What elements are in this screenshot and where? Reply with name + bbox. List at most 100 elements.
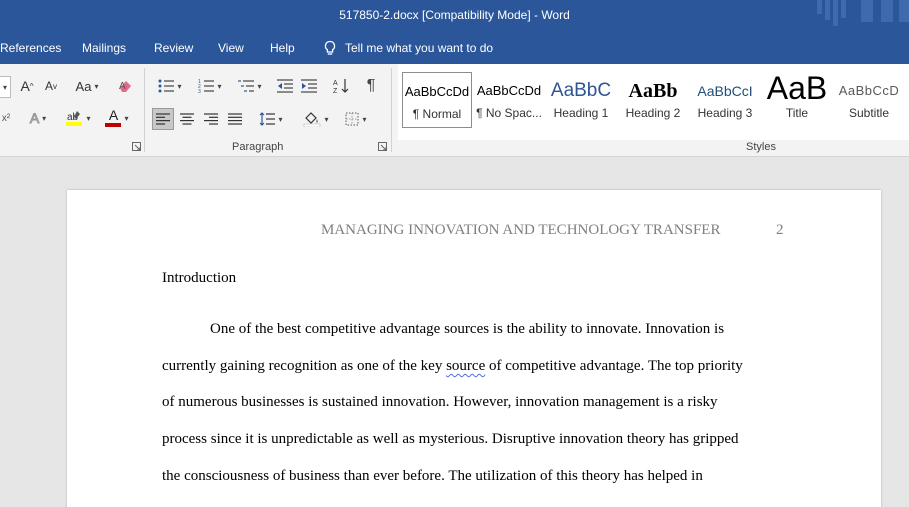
- style-sample: AaBbCcD: [838, 83, 900, 98]
- change-case-button[interactable]: Aa ▾: [70, 76, 104, 96]
- align-center-icon: [180, 113, 194, 125]
- chevron-down-icon: ▾: [94, 81, 99, 91]
- running-head: MANAGING INNOVATION AND TECHNOLOGY TRANS…: [321, 222, 721, 238]
- highlight-button[interactable]: ab ▾: [60, 108, 96, 128]
- line-spacing-button[interactable]: ▾: [254, 108, 288, 130]
- paragraph-line: of numerous businesses is sustained inno…: [162, 394, 718, 411]
- justify-icon: [228, 113, 242, 125]
- paragraph-line: process since it is unpredictable as wel…: [162, 431, 739, 448]
- paint-bucket-icon: [304, 112, 321, 127]
- sort-button[interactable]: A Z: [330, 76, 352, 96]
- bullets-button[interactable]: ▾: [152, 76, 188, 96]
- justify-button[interactable]: [224, 108, 246, 130]
- grow-font-icon: A: [20, 78, 30, 94]
- borders-button[interactable]: ▾: [338, 108, 374, 130]
- font-dialog-launcher-icon[interactable]: [132, 142, 141, 151]
- align-center-button[interactable]: [176, 108, 198, 130]
- style-sample: AaB: [766, 72, 828, 106]
- style-heading-3[interactable]: AaBbCcI Heading 3: [690, 72, 760, 128]
- decrease-indent-icon: [277, 79, 293, 93]
- text-effects-button[interactable]: A ▾: [22, 108, 54, 128]
- style-sample: AaBb: [628, 80, 678, 102]
- style-normal[interactable]: AaBbCcDd ¶ Normal: [402, 72, 472, 128]
- style-name: ¶ No Spac...: [476, 106, 542, 120]
- align-left-icon: [156, 113, 170, 125]
- numbered-list-icon: 123: [198, 79, 215, 93]
- title-bar-decoration: [817, 0, 909, 26]
- svg-text:Z: Z: [333, 88, 338, 94]
- svg-text:A: A: [119, 81, 126, 92]
- document-area: MANAGING INNOVATION AND TECHNOLOGY TRANS…: [0, 157, 909, 507]
- paragraph-line: the consciousness of business than ever …: [162, 468, 703, 485]
- decrease-indent-button[interactable]: [274, 76, 296, 96]
- chevron-down-icon: ▾: [86, 113, 91, 123]
- tell-me-text: Tell me what you want to do: [345, 41, 494, 55]
- tab-review[interactable]: Review: [154, 41, 193, 55]
- tab-references[interactable]: References: [0, 41, 61, 55]
- window-title: 517850-2.docx [Compatibility Mode] - Wor…: [339, 8, 570, 22]
- clear-formatting-button[interactable]: A: [114, 76, 136, 96]
- line-text: One of the best competitive advantage so…: [210, 321, 725, 337]
- shading-button[interactable]: ▾: [298, 108, 334, 130]
- style-name: Heading 3: [697, 106, 753, 120]
- style-heading-1[interactable]: AaBbC Heading 1: [546, 72, 616, 128]
- paragraph-group-label: Paragraph: [232, 141, 284, 153]
- font-color-button[interactable]: A ▾: [100, 108, 134, 128]
- increase-indent-button[interactable]: [298, 76, 320, 96]
- grammar-flagged-word[interactable]: source: [446, 358, 485, 374]
- highlighter-icon: ab: [66, 111, 83, 126]
- line-text: currently gaining recognition as one of …: [162, 358, 447, 374]
- tab-view[interactable]: View: [218, 41, 244, 55]
- style-name: Subtitle: [848, 106, 890, 120]
- section-heading: Introduction: [162, 270, 237, 286]
- font-color-icon: A: [108, 107, 119, 123]
- align-right-button[interactable]: [200, 108, 222, 130]
- bullet-list-icon: [158, 79, 175, 93]
- lightbulb-icon: [324, 40, 336, 55]
- style-name: Heading 2: [625, 106, 681, 120]
- align-left-button[interactable]: [152, 108, 174, 130]
- chevron-down-icon: ▾: [177, 81, 182, 91]
- ribbon: ▾ A ^ Av Aa ▾ A x² A ▾ ab ▾ A ▾ ▾ 1 2 3 …: [0, 64, 909, 157]
- style-name: Heading 1: [553, 106, 609, 120]
- tell-me-box[interactable]: Tell me what you want to do: [323, 38, 493, 58]
- group-separator: [144, 68, 145, 152]
- chevron-down-icon: ▾: [324, 114, 329, 124]
- tab-mailings[interactable]: Mailings: [82, 41, 126, 55]
- style-heading-2[interactable]: AaBb Heading 2: [618, 72, 688, 128]
- style-sample: AaBbC: [550, 80, 612, 101]
- ribbon-tabs: References Mailings Review View Help Tel…: [0, 32, 909, 64]
- style-subtitle[interactable]: AaBbCcD Subtitle: [834, 72, 904, 128]
- style-sample: AaBbCcDd: [476, 83, 542, 98]
- title-bar: 517850-2.docx [Compatibility Mode] - Wor…: [0, 0, 909, 32]
- shrink-font-button[interactable]: Av: [40, 76, 62, 96]
- change-case-icon: Aa: [75, 78, 92, 94]
- multilevel-list-button[interactable]: ▾: [232, 76, 268, 96]
- svg-text:A: A: [333, 80, 338, 87]
- multilevel-list-icon: [238, 80, 255, 92]
- paragraph-dialog-launcher-icon[interactable]: [378, 142, 387, 151]
- styles-gallery: AaBbCcDd ¶ Normal AaBbCcDd ¶ No Spac... …: [398, 64, 909, 140]
- chevron-down-icon: ▾: [257, 81, 262, 91]
- style-title[interactable]: AaB Title: [762, 72, 832, 128]
- increase-indent-icon: [301, 79, 317, 93]
- subscript-button[interactable]: x²: [0, 108, 12, 128]
- line-spacing-icon: [260, 112, 276, 126]
- style-sample: AaBbCcDd: [404, 84, 470, 99]
- styles-group-label: Styles: [746, 141, 776, 153]
- pilcrow-icon: ¶: [366, 77, 376, 94]
- line-text: the consciousness of business than ever …: [162, 468, 703, 484]
- chevron-down-icon: ▾: [217, 81, 222, 91]
- numbering-button[interactable]: 123 ▾: [192, 76, 228, 96]
- show-formatting-button[interactable]: ¶: [360, 76, 382, 96]
- align-right-icon: [204, 113, 218, 125]
- document-page[interactable]: MANAGING INNOVATION AND TECHNOLOGY TRANS…: [67, 190, 881, 507]
- font-size-dropdown[interactable]: ▾: [0, 76, 11, 98]
- style-no-spacing[interactable]: AaBbCcDd ¶ No Spac...: [474, 72, 544, 128]
- sort-az-icon: A Z: [333, 79, 349, 94]
- chevron-down-icon: ▾: [278, 114, 283, 124]
- tab-help[interactable]: Help: [270, 41, 295, 55]
- borders-icon: [345, 112, 359, 126]
- grow-font-button[interactable]: A ^: [16, 76, 38, 96]
- eraser-icon: A: [119, 81, 131, 92]
